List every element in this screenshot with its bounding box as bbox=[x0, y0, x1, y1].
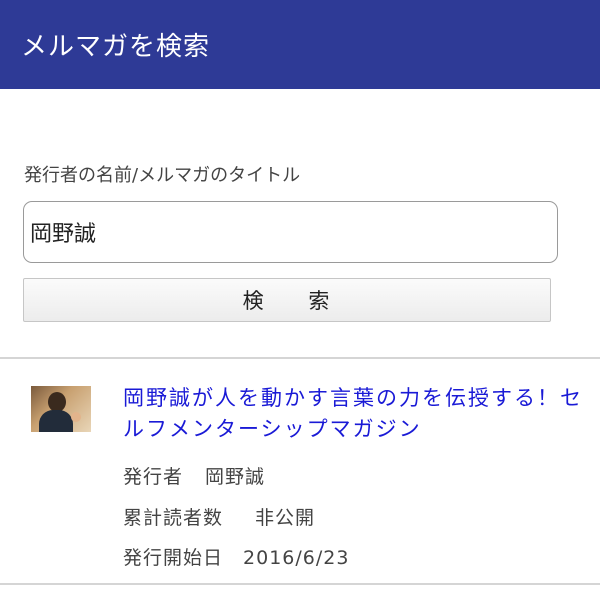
result-item: 岡野誠が人を動かす言葉の力を伝授する！セルフメンターシップマガジン 発行者 岡野誠… bbox=[0, 359, 600, 585]
result-title-link[interactable]: 岡野誠が人を動かす言葉の力を伝授する！セルフメンターシップマガジン bbox=[123, 383, 588, 445]
publisher-label: 発行者 bbox=[123, 466, 184, 488]
search-field-label: 発行者の名前/メルマガのタイトル bbox=[24, 165, 301, 186]
readers-row: 累計読者数 非公開 bbox=[123, 503, 315, 530]
publisher-row: 発行者 岡野誠 bbox=[123, 462, 265, 489]
avatar-head bbox=[48, 392, 66, 412]
start-date-row: 発行開始日 2016/6/23 bbox=[123, 543, 349, 570]
avatar-hand bbox=[71, 412, 81, 422]
start-date-value: 2016/6/23 bbox=[243, 547, 350, 569]
app-header: メルマガを検索 bbox=[0, 0, 600, 89]
search-form: 発行者の名前/メルマガのタイトル 検 索 bbox=[0, 89, 600, 357]
start-date-label: 発行開始日 bbox=[123, 547, 224, 569]
publisher-value: 岡野誠 bbox=[205, 466, 266, 488]
search-input[interactable] bbox=[23, 201, 558, 263]
readers-label: 累計読者数 bbox=[123, 507, 224, 529]
page-title: メルマガを検索 bbox=[21, 32, 211, 62]
search-button[interactable]: 検 索 bbox=[23, 278, 551, 322]
divider bbox=[0, 583, 600, 585]
readers-value: 非公開 bbox=[255, 507, 316, 529]
avatar-body bbox=[39, 410, 73, 432]
publisher-avatar[interactable] bbox=[31, 386, 91, 432]
